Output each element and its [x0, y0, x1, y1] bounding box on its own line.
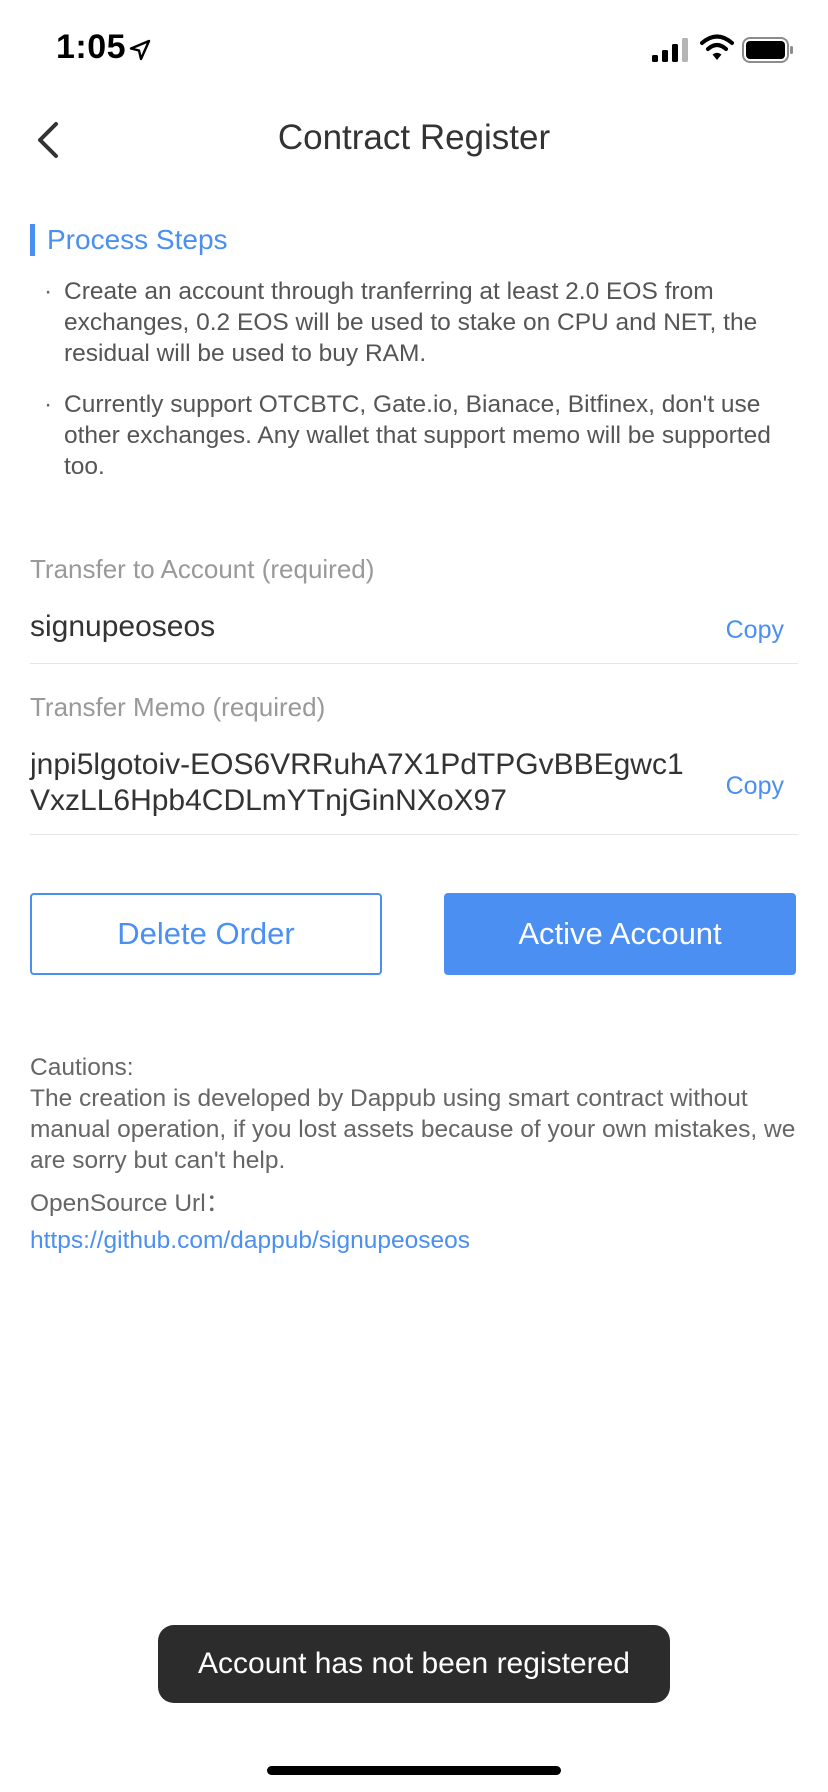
location-arrow-icon	[129, 39, 151, 61]
transfer-account-label: Transfer to Account (required)	[30, 554, 375, 584]
cautions-title: Cautions:	[30, 1054, 134, 1081]
transfer-account-value: signupeoseos	[30, 610, 216, 643]
page-title: Contract Register	[277, 118, 551, 157]
process-step: · Currently support OTCBTC, Gate.io, Bia…	[42, 389, 802, 482]
battery-icon	[742, 37, 793, 63]
copy-memo-button[interactable]: Copy	[726, 772, 784, 801]
copy-account-button[interactable]: Copy	[726, 616, 784, 645]
process-step-text: Create an account through tranferring at…	[64, 278, 758, 367]
delete-order-button[interactable]: Delete Order	[30, 893, 382, 975]
cautions-text: The creation is developed by Dappub usin…	[30, 1085, 796, 1174]
divider	[30, 663, 798, 664]
divider	[30, 834, 798, 835]
status-time: 1:05	[56, 28, 127, 66]
process-steps-list: · Create an account through tranferring …	[42, 276, 802, 502]
step-bullet: ·	[44, 278, 53, 305]
wifi-icon	[700, 34, 734, 60]
opensource-label: OpenSource Url：	[30, 1190, 231, 1217]
process-step-text: Currently support OTCBTC, Gate.io, Biana…	[64, 391, 771, 480]
home-indicator[interactable]	[267, 1766, 561, 1775]
active-account-button[interactable]: Active Account	[444, 893, 796, 975]
transfer-memo-label: Transfer Memo (required)	[30, 692, 326, 722]
cellular-signal-icon	[652, 38, 688, 62]
process-step: · Create an account through tranferring …	[42, 276, 802, 369]
process-steps-header: Process Steps	[30, 224, 228, 256]
opensource-link[interactable]: https://github.com/dappub/signupeoseos	[30, 1225, 798, 1256]
cautions-section: Cautions: The creation is developed by D…	[30, 1052, 798, 1256]
transfer-memo-value: jnpi5lgotoiv-EOS6VRRuhA7X1PdTPGvBBEgwc1V…	[30, 748, 684, 817]
status-bar: 1:05	[0, 0, 828, 100]
toast-message: Account has not been registered	[158, 1625, 670, 1703]
step-bullet: ·	[44, 391, 53, 418]
